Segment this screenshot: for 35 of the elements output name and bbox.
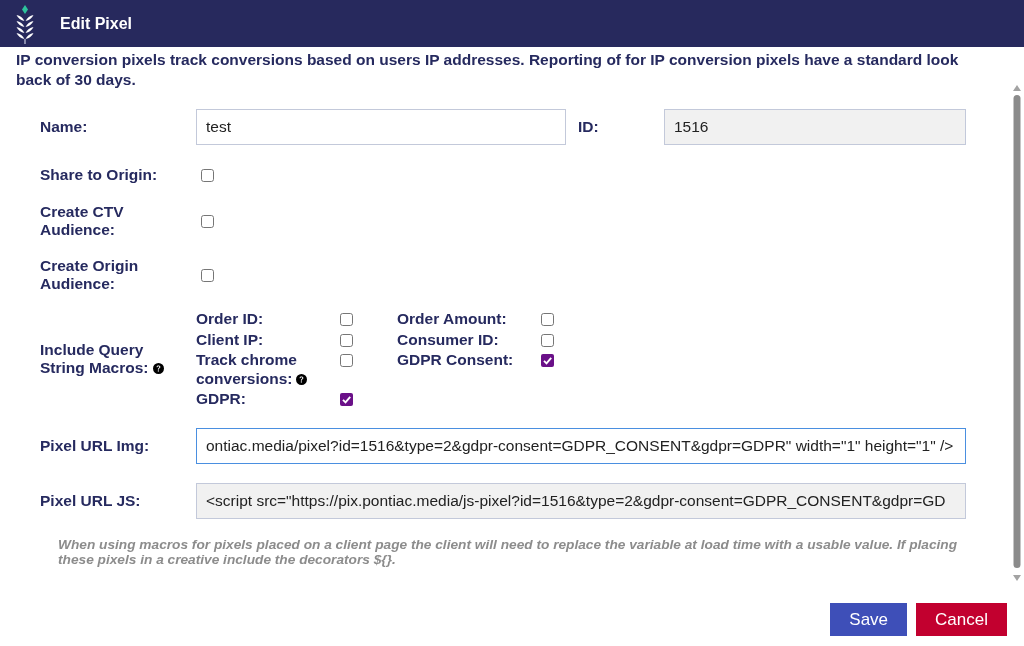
- field-label: Consumer ID:: [397, 330, 499, 348]
- field-label: GDPR:: [196, 390, 246, 407]
- checkbox[interactable]: [340, 333, 353, 347]
- field-label: Pixel URL JS:: [40, 491, 142, 510]
- field-label: ID:: [578, 118, 600, 136]
- checkbox[interactable]: [541, 313, 554, 326]
- intro-text: IP conversion pixels track conversions based on users IP addresses. Reporting of for IP conversion pixels have a standard look back of 30 days.: [16, 50, 960, 90]
- checkbox[interactable]: [541, 333, 554, 347]
- checkbox[interactable]: [340, 393, 353, 406]
- checkbox[interactable]: [541, 354, 554, 367]
- dialog-title: Edit Pixel: [60, 14, 133, 33]
- field-label: Pixel URL Img:: [40, 436, 151, 455]
- checkbox[interactable]: [201, 168, 214, 182]
- checkbox[interactable]: [340, 313, 353, 326]
- checkbox[interactable]: [201, 214, 214, 228]
- field-label: Order Amount:: [397, 310, 507, 327]
- text-field[interactable]: test: [196, 109, 566, 145]
- field-label: Name:: [40, 118, 89, 136]
- wheat-logo-icon: [15, 3, 35, 44]
- save-button[interactable]: Save: [830, 603, 908, 636]
- text-field[interactable]: ontiac.media/pixel?id=1516&type=2&gdpr-consent=GDPR_CONSENT&gdpr=GDPR" width="1" height="1" />: [196, 427, 966, 464]
- help-icon[interactable]: [296, 373, 308, 385]
- help-note: When using macros for pixels placed on a client page the client will need to replace the variable at load time with a usable value. If placing these pixels in a creative include the decorators ${}.: [58, 536, 959, 567]
- field-label: Create CTV Audience:: [40, 203, 125, 239]
- field-label: Create Origin Audience:: [40, 257, 140, 293]
- field-label: Track chrome conversions:: [196, 351, 297, 387]
- checkbox[interactable]: [340, 354, 353, 367]
- field-label: Include Query String Macros:: [40, 341, 149, 377]
- field-label: Order ID:: [196, 310, 264, 327]
- cancel-button[interactable]: Cancel: [916, 603, 1007, 636]
- help-icon[interactable]: [152, 363, 164, 375]
- field-label: GDPR Consent:: [397, 351, 514, 368]
- field-label: Share to Origin:: [40, 166, 159, 184]
- checkbox[interactable]: [201, 268, 214, 282]
- field-label: Client IP:: [196, 330, 264, 348]
